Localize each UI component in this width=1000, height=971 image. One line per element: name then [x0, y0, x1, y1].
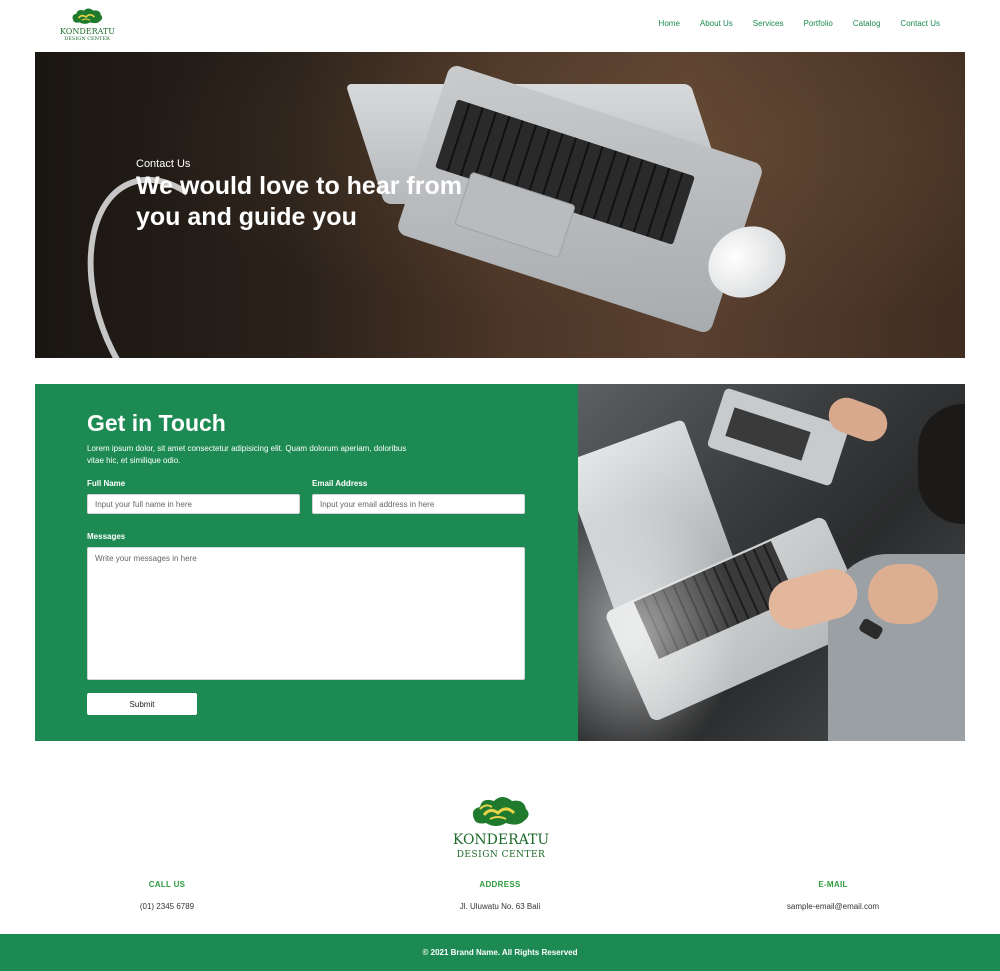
brand-name: KONDERATU [60, 27, 116, 36]
hero-kicker: Contact Us [136, 158, 191, 170]
copyright-text: © 2021 Brand Name. All Rights Reserved [422, 948, 578, 957]
call-us-value[interactable]: (01) 2345 6789 [117, 902, 217, 911]
call-us-title: CALL US [148, 880, 186, 889]
nav-catalog[interactable]: Catalog [853, 19, 881, 28]
footer-brand-name: KONDERATU [452, 832, 550, 848]
cloud-logo-icon [72, 8, 103, 24]
footer-brand-subtitle: DESIGN CENTER [456, 850, 546, 860]
photo-head [918, 404, 965, 524]
contact-form-panel: Get in Touch Lorem ipsum dolor, sit amet… [35, 384, 578, 741]
hero-text: Contact Us We would love to hear from yo… [136, 158, 496, 233]
contact-description: Lorem ipsum dolor, sit amet consectetur … [87, 444, 407, 465]
submit-button[interactable]: Submit [87, 693, 197, 715]
footer-email: E-MAIL sample-email@email.com [763, 880, 903, 911]
photo-hand-right [868, 564, 938, 624]
email-title: E-MAIL [818, 880, 848, 889]
nav-services[interactable]: Services [753, 19, 784, 28]
brand-subtitle: DESIGN CENTER [64, 36, 110, 42]
contact-heading: Get in Touch [87, 410, 226, 436]
footer-call-us: CALL US (01) 2345 6789 [117, 880, 217, 911]
nav-home[interactable]: Home [659, 19, 680, 28]
copyright-bar: © 2021 Brand Name. All Rights Reserved [0, 934, 1000, 971]
email-label: Email Address [312, 479, 368, 488]
footer-logo: KONDERATU DESIGN CENTER [450, 795, 552, 865]
email-value[interactable]: sample-email@email.com [763, 902, 903, 911]
nav-about-us[interactable]: About Us [700, 19, 733, 28]
full-name-label: Full Name [87, 479, 126, 488]
top-navbar: KONDERATU DESIGN CENTER Home About Us Se… [0, 0, 1000, 52]
address-value: Jl. Uluwatu No. 63 Bali [459, 902, 541, 911]
messages-label: Messages [87, 532, 126, 541]
hero-banner: Contact Us We would love to hear from yo… [35, 52, 965, 358]
messages-textarea[interactable]: Write your messages in here [87, 547, 525, 680]
email-input[interactable]: Input your email address in here [312, 494, 525, 514]
full-name-input[interactable]: Input your full name in here [87, 494, 300, 514]
nav-portfolio[interactable]: Portfolio [803, 19, 832, 28]
brand-logo[interactable]: KONDERATU DESIGN CENTER [60, 7, 116, 45]
hero-title: We would love to hear from you and guide… [136, 172, 462, 231]
footer-address: ADDRESS Jl. Uluwatu No. 63 Bali [430, 880, 570, 911]
cloud-logo-icon [472, 797, 529, 826]
photo-light-glow [578, 504, 738, 741]
main-menu: Home About Us Services Portfolio Catalog… [639, 19, 940, 28]
contact-photo [578, 384, 965, 741]
address-title: ADDRESS [479, 880, 521, 889]
nav-contact-us[interactable]: Contact Us [900, 19, 940, 28]
